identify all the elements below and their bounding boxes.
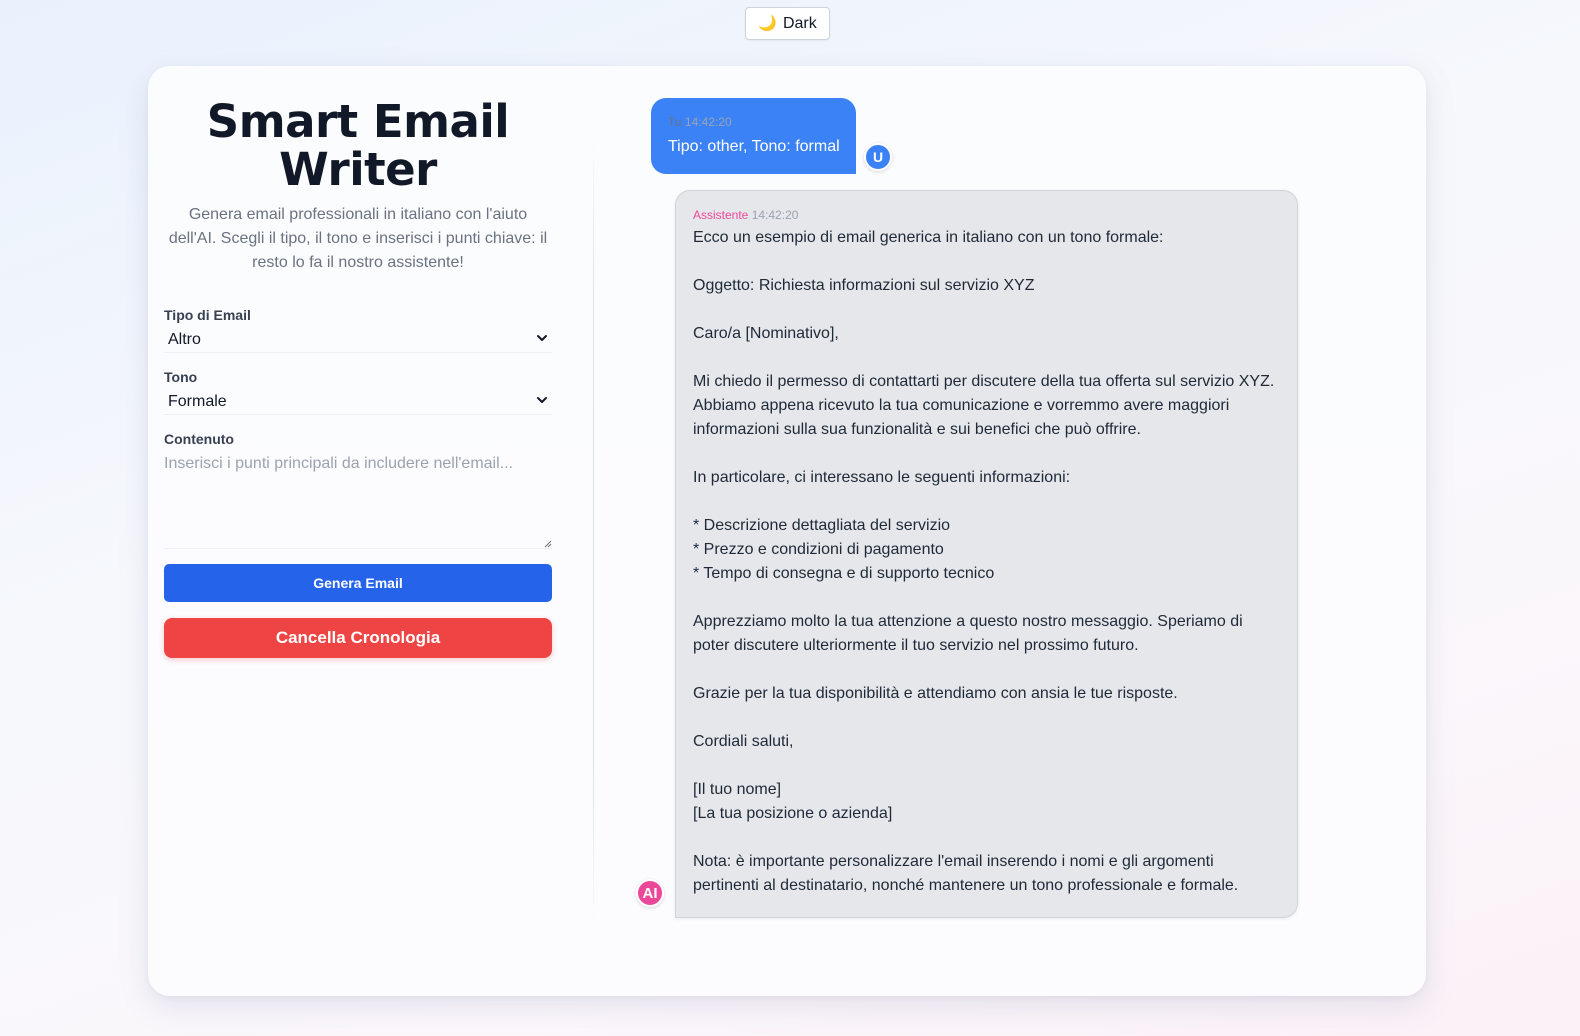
ai-message-bubble: Assistente 14:42:20 Ecco un esempio di e… [675, 190, 1298, 918]
email-type-select[interactable]: Altro [164, 327, 552, 353]
tone-label: Tono [164, 369, 198, 385]
user-message-sender: Tu [668, 115, 682, 129]
user-message-meta: Tu 14:42:20 [668, 114, 840, 130]
generate-email-button[interactable]: Genera Email [164, 564, 552, 602]
page-subtitle: Genera email professionali in italiano c… [168, 206, 548, 271]
user-avatar: U [864, 143, 892, 171]
email-type-value: Altro [168, 330, 201, 348]
tone-value: Formale [168, 392, 227, 410]
email-type-label: Tipo di Email [164, 307, 251, 323]
user-message-bubble: Tu 14:42:20 Tipo: other, Tono: formal [651, 98, 856, 174]
tone-field: Tono Formale [164, 369, 552, 415]
email-type-field: Tipo di Email Altro [164, 307, 552, 353]
form-panel: Smart Email Writer Genera email professi… [164, 98, 552, 658]
ai-avatar: AI [636, 879, 664, 907]
user-message-text: Tipo: other, Tono: formal [668, 138, 840, 155]
page-title: Smart Email Writer [206, 95, 510, 196]
chevron-down-icon [537, 397, 547, 403]
ai-message-sender: Assistente [693, 208, 749, 222]
ai-message-time: 14:42:20 [751, 208, 799, 222]
content-field: Contenuto Inserisci i punti principali d… [164, 431, 552, 549]
clear-history-button[interactable]: Cancella Cronologia [164, 618, 552, 658]
content-textarea[interactable]: Inserisci i punti principali da includer… [164, 451, 552, 549]
ai-message-text: Ecco un esempio di email generica in ita… [693, 229, 1275, 894]
tone-select[interactable]: Formale [164, 389, 552, 415]
moon-icon: 🌙 [758, 15, 777, 32]
ai-message-meta: Assistente 14:42:20 [693, 207, 1281, 223]
chevron-down-icon [537, 335, 547, 341]
user-message-time: 14:42:20 [684, 115, 732, 129]
theme-toggle-button[interactable]: 🌙 Dark [745, 7, 830, 40]
content-placeholder: Inserisci i punti principali da includer… [164, 455, 513, 472]
resize-handle-icon[interactable] [543, 539, 552, 548]
panel-divider [593, 136, 594, 926]
main-card: Smart Email Writer Genera email professi… [148, 66, 1426, 996]
theme-toggle-label: Dark [782, 14, 817, 32]
content-label: Contenuto [164, 431, 234, 447]
